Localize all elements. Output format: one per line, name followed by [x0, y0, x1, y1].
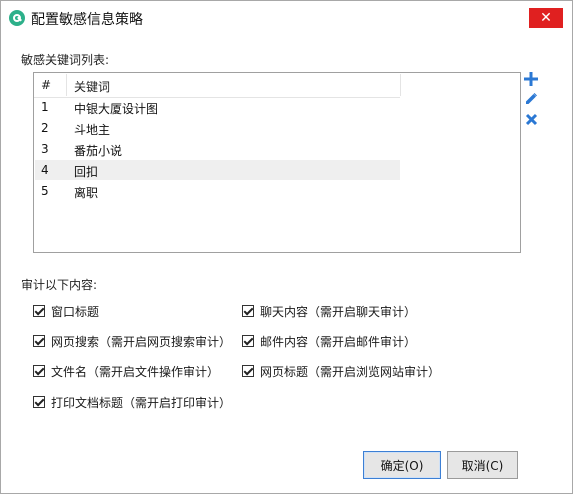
- column-divider[interactable]: [66, 74, 67, 96]
- option-label: 邮件内容（需开启邮件审计）: [260, 334, 417, 349]
- row-number: 2: [41, 121, 49, 135]
- keyword-list[interactable]: # 关键词 1 中银大厦设计图 2 斗地主 3 番茄小说 4 回扣 5 离职: [33, 72, 521, 253]
- row-number: 3: [41, 142, 49, 156]
- checkbox-icon[interactable]: [242, 335, 254, 347]
- row-keyword: 回扣: [74, 165, 99, 179]
- option-label: 网页标题（需开启浏览网站审计）: [260, 364, 441, 379]
- option-label: 网页搜索（需开启网页搜索审计）: [51, 334, 232, 349]
- window-title: 配置敏感信息策略: [31, 12, 143, 28]
- audit-option-window-title[interactable]: 窗口标题: [33, 302, 99, 320]
- table-row[interactable]: 5 离职: [35, 181, 400, 201]
- checkbox-icon[interactable]: [33, 396, 45, 408]
- option-label: 文件名（需开启文件操作审计）: [51, 364, 220, 379]
- cancel-button[interactable]: 取消(C): [447, 451, 518, 479]
- table-row-selected[interactable]: 4 回扣: [35, 160, 400, 180]
- row-keyword: 中银大厦设计图: [74, 102, 159, 116]
- column-header-number[interactable]: #: [41, 78, 51, 92]
- audit-option-file-name[interactable]: 文件名（需开启文件操作审计）: [33, 362, 219, 380]
- table-row[interactable]: 1 中银大厦设计图: [35, 97, 400, 117]
- row-keyword: 斗地主: [74, 123, 111, 137]
- row-number: 4: [41, 163, 49, 177]
- checkbox-icon[interactable]: [33, 335, 45, 347]
- add-icon[interactable]: [523, 71, 539, 87]
- audit-option-chat[interactable]: 聊天内容（需开启聊天审计）: [242, 302, 416, 320]
- audit-option-web-title[interactable]: 网页标题（需开启浏览网站审计）: [242, 362, 440, 380]
- column-divider[interactable]: [400, 74, 401, 96]
- app-logo-icon: [9, 10, 25, 26]
- close-button[interactable]: ✕: [529, 8, 563, 28]
- checkbox-icon[interactable]: [242, 365, 254, 377]
- table-row[interactable]: 3 番茄小说: [35, 139, 400, 159]
- list-header: # 关键词: [34, 73, 401, 98]
- column-header-keyword[interactable]: 关键词: [74, 78, 110, 95]
- checkbox-icon[interactable]: [33, 365, 45, 377]
- title-bar[interactable]: 配置敏感信息策略 ✕: [1, 1, 572, 35]
- delete-icon[interactable]: [523, 111, 539, 127]
- audit-option-email[interactable]: 邮件内容（需开启邮件审计）: [242, 332, 416, 350]
- audit-option-print-title[interactable]: 打印文档标题（需开启打印审计）: [33, 393, 231, 411]
- option-label: 打印文档标题（需开启打印审计）: [51, 395, 232, 410]
- dialog-window: 配置敏感信息策略 ✕ 敏感关键词列表: # 关键词 1 中银大厦设计图 2 斗地…: [0, 0, 573, 494]
- row-keyword: 番茄小说: [74, 144, 123, 158]
- row-number: 1: [41, 100, 49, 114]
- option-label: 窗口标题: [51, 304, 100, 319]
- checkbox-icon[interactable]: [242, 305, 254, 317]
- table-row[interactable]: 2 斗地主: [35, 118, 400, 138]
- audit-section-label: 审计以下内容:: [21, 278, 98, 292]
- audit-option-web-search[interactable]: 网页搜索（需开启网页搜索审计）: [33, 332, 231, 350]
- edit-icon[interactable]: [523, 91, 539, 107]
- row-keyword: 离职: [74, 186, 99, 200]
- ok-button[interactable]: 确定(O): [363, 451, 441, 479]
- keyword-list-label: 敏感关键词列表:: [21, 53, 110, 67]
- option-label: 聊天内容（需开启聊天审计）: [260, 304, 417, 319]
- checkbox-icon[interactable]: [33, 305, 45, 317]
- row-number: 5: [41, 184, 49, 198]
